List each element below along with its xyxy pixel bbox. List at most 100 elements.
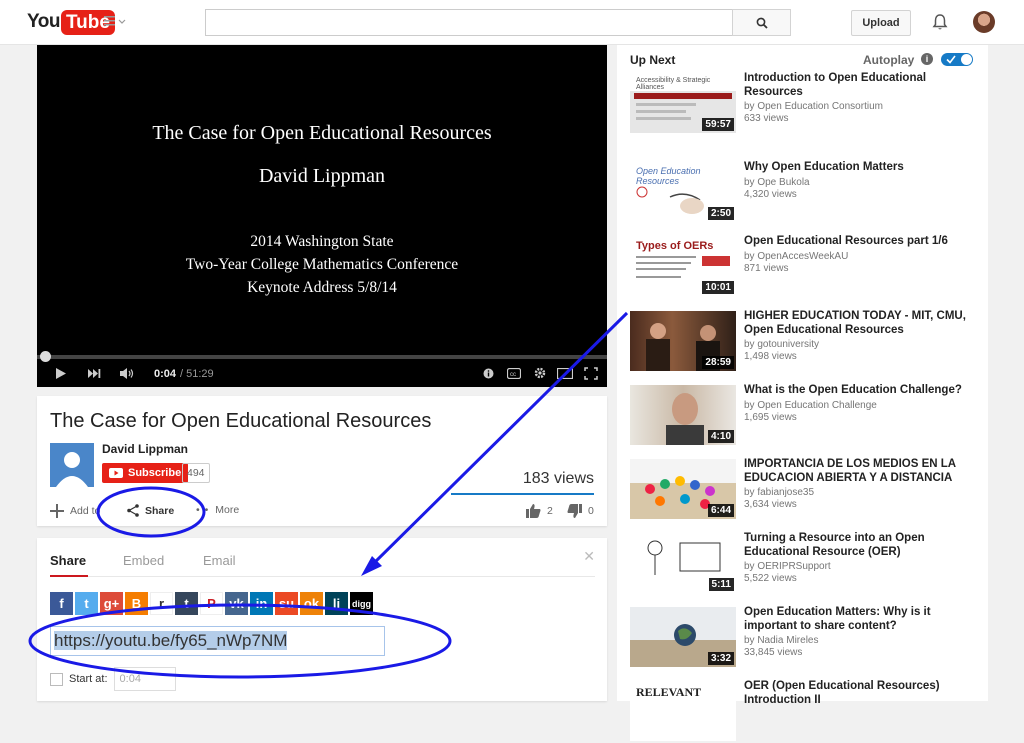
- progress-bar[interactable]: [37, 355, 607, 359]
- video-thumbnail[interactable]: 4:10: [630, 385, 736, 445]
- twitter-icon[interactable]: t: [75, 592, 98, 615]
- up-next-sidebar: Up Next Autoplay i Accessibility & Strat…: [617, 45, 988, 741]
- fullscreen-icon[interactable]: [584, 367, 598, 383]
- stumbleupon-icon[interactable]: su: [275, 592, 298, 615]
- guide-menu-icon[interactable]: [104, 14, 126, 30]
- tab-share[interactable]: Share: [50, 553, 86, 568]
- share-label: Share: [145, 504, 175, 517]
- channel-name[interactable]: David Lippman: [102, 442, 188, 456]
- tumblr-icon[interactable]: t: [175, 592, 198, 615]
- video-metadata: The Case for Open Educational Resources …: [37, 396, 607, 526]
- video-title-link[interactable]: What is the Open Education Challenge?: [744, 384, 980, 398]
- youtube-logo[interactable]: You Tube: [27, 9, 115, 35]
- video-title-link[interactable]: Turning a Resource into an Open Educatio…: [744, 532, 980, 559]
- dislike-button[interactable]: 0: [567, 504, 594, 518]
- start-at-time-input[interactable]: 0:04: [113, 667, 176, 691]
- pinterest-icon[interactable]: P: [200, 592, 223, 615]
- video-duration: 4:10: [707, 430, 734, 443]
- up-next-item[interactable]: 3:32 Open Education Matters: Why is it im…: [630, 606, 988, 669]
- channel-avatar[interactable]: [50, 443, 94, 487]
- more-label: More: [215, 504, 240, 516]
- thumbs-down-icon: [567, 504, 582, 518]
- up-next-item[interactable]: RELEVANT OER (Open Educational Resources)…: [630, 680, 988, 743]
- tab-embed[interactable]: Embed: [123, 553, 164, 568]
- more-button[interactable]: • • More: [196, 504, 239, 516]
- vk-icon[interactable]: vk: [225, 592, 248, 615]
- video-thumbnail[interactable]: 3:32: [630, 607, 736, 667]
- slide-title: The Case for Open Educational Resources: [152, 122, 492, 144]
- video-thumbnail[interactable]: Open Education Resources 2:50: [630, 162, 736, 222]
- video-title-link[interactable]: OER (Open Educational Resources) Introdu…: [744, 680, 980, 707]
- up-next-item[interactable]: 5:11 Turning a Resource into an Open Educ…: [630, 532, 988, 595]
- linkedin-icon[interactable]: in: [250, 592, 273, 615]
- livejournal-icon[interactable]: lj: [325, 592, 348, 615]
- video-title-link[interactable]: Open Educational Resources part 1/6: [744, 235, 980, 249]
- theater-mode-icon[interactable]: [556, 367, 574, 382]
- video-duration: 59:57: [702, 118, 734, 131]
- up-next-item[interactable]: 6:44 IMPORTANCIA DE LOS MEDIOS EN LA EDUC…: [630, 458, 988, 521]
- search-input[interactable]: [205, 9, 735, 36]
- autoplay-info-icon[interactable]: i: [921, 53, 933, 65]
- logo-you: You: [27, 11, 60, 32]
- video-channel: by Nadia Mireles: [744, 635, 819, 646]
- settings-gear-icon[interactable]: [533, 366, 547, 383]
- upload-button[interactable]: Upload: [851, 10, 911, 36]
- sentiment-bar: [451, 493, 594, 495]
- up-next-item[interactable]: 4:10 What is the Open Education Challenge…: [630, 384, 988, 447]
- video-thumbnail[interactable]: 28:59: [630, 311, 736, 371]
- volume-icon[interactable]: [119, 367, 135, 383]
- video-thumbnail[interactable]: 5:11: [630, 533, 736, 593]
- video-views: 5,522 views: [744, 573, 797, 584]
- video-channel: by Open Education Consortium: [744, 101, 883, 112]
- more-dots-icon: • •: [196, 504, 210, 516]
- share-button[interactable]: Share: [127, 504, 174, 517]
- video-views: 633 views: [744, 113, 789, 124]
- odnoklassniki-icon[interactable]: ok: [300, 592, 323, 615]
- scrubber-handle[interactable]: [39, 351, 51, 362]
- video-player[interactable]: The Case for Open Educational Resources …: [37, 45, 607, 387]
- up-next-label: Up Next: [630, 53, 676, 67]
- search-button[interactable]: [732, 9, 791, 36]
- video-title-link[interactable]: Open Education Matters: Why is it import…: [744, 606, 980, 633]
- video-info: Open Education Matters: Why is it import…: [744, 606, 980, 658]
- info-icon[interactable]: [483, 368, 494, 382]
- next-icon[interactable]: [87, 368, 101, 382]
- video-title-link[interactable]: Introduction to Open Educational Resourc…: [744, 72, 980, 99]
- video-title-link[interactable]: IMPORTANCIA DE LOS MEDIOS EN LA EDUCACIO…: [744, 458, 980, 485]
- tab-email[interactable]: Email: [203, 553, 236, 568]
- facebook-icon[interactable]: f: [50, 592, 73, 615]
- share-url-field[interactable]: https://youtu.be/fy65_nWp7NM: [50, 626, 385, 656]
- video-title-link[interactable]: HIGHER EDUCATION TODAY - MIT, CMU, Open …: [744, 310, 980, 337]
- video-thumbnail[interactable]: Accessibility & Strategic Alliances 59:57: [630, 73, 736, 133]
- dislike-count: 0: [588, 505, 594, 517]
- captions-icon[interactable]: cc: [506, 367, 522, 382]
- autoplay-toggle[interactable]: [941, 53, 973, 66]
- video-thumbnail[interactable]: Types of OERs 10:01: [630, 236, 736, 296]
- video-channel: by Ope Bukola: [744, 176, 810, 188]
- blogger-icon[interactable]: B: [125, 592, 148, 615]
- up-next-item[interactable]: Accessibility & Strategic Alliances 59:57…: [630, 72, 988, 135]
- duration: / 51:29: [180, 368, 214, 380]
- google-plus-icon[interactable]: g+: [100, 592, 123, 615]
- video-thumbnail[interactable]: 6:44: [630, 459, 736, 519]
- add-to-button[interactable]: Add to: [50, 504, 110, 518]
- up-next-item[interactable]: Open Education Resources 2:50 Why Open Edu…: [630, 161, 988, 224]
- user-avatar[interactable]: [973, 11, 995, 33]
- start-at-option: Start at: 0:04: [50, 667, 176, 691]
- start-at-checkbox[interactable]: [50, 672, 63, 686]
- close-icon[interactable]: ✕: [583, 548, 595, 565]
- video-views: 1,695 views: [744, 411, 797, 423]
- toggle-knob: [961, 54, 972, 65]
- digg-icon[interactable]: digg: [350, 592, 373, 615]
- video-thumbnail[interactable]: RELEVANT: [630, 681, 736, 741]
- video-views: 871 views: [744, 262, 789, 274]
- up-next-item[interactable]: Types of OERs 10:01 Open Educational Resou…: [630, 235, 988, 298]
- notifications-bell-icon[interactable]: [930, 12, 950, 32]
- up-next-item[interactable]: 28:59 HIGHER EDUCATION TODAY - MIT, CMU, …: [630, 310, 988, 373]
- like-button[interactable]: 2: [526, 504, 553, 518]
- video-views: 1,498 views: [744, 351, 797, 362]
- video-title-link[interactable]: Why Open Education Matters: [744, 161, 980, 175]
- play-icon[interactable]: [55, 367, 67, 383]
- reddit-icon[interactable]: r: [150, 592, 173, 615]
- subscribe-button[interactable]: Subscribe: [102, 463, 189, 483]
